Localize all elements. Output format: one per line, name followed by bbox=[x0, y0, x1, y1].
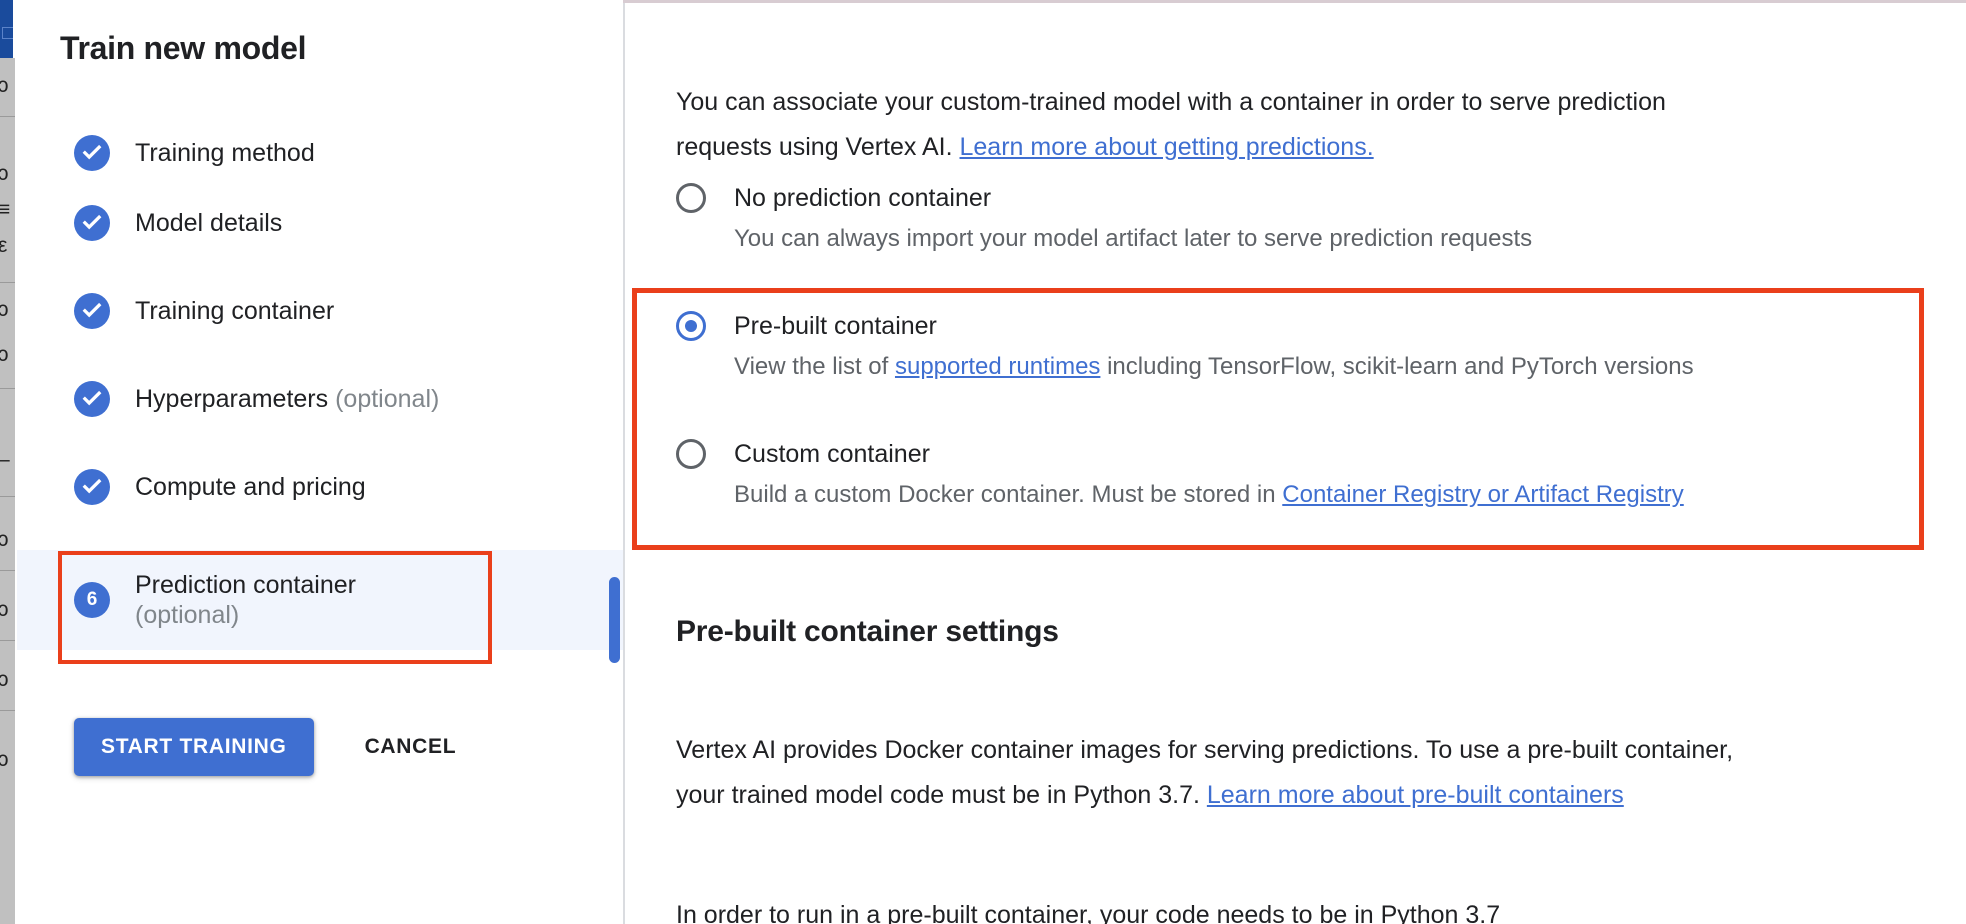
sidebar-item-hyperparameters[interactable]: Hyperparameters (optional) bbox=[17, 368, 623, 430]
check-circle-icon bbox=[74, 381, 110, 417]
cut-off-glyph: ɔ bbox=[0, 748, 13, 772]
cut-off-text-strip: ɔ ɔ ≡ ε ɔ ɔ – ɔ ɔ ɔ ɔ bbox=[0, 58, 15, 924]
radio-option-description: You can always import your model artifac… bbox=[734, 222, 1876, 255]
cut-off-separator bbox=[0, 116, 15, 117]
cut-off-glyph: ɔ bbox=[0, 162, 13, 186]
check-circle-icon bbox=[74, 205, 110, 241]
sidebar-item-optional-tag: (optional) bbox=[335, 385, 439, 413]
sidebar-item-label: Compute and pricing bbox=[135, 472, 366, 503]
cut-off-page-chrome: ɔ ɔ ≡ ε ɔ ɔ – ɔ ɔ ɔ ɔ bbox=[0, 0, 17, 924]
cancel-button[interactable]: CANCEL bbox=[365, 735, 457, 759]
cut-off-glyph: ε bbox=[0, 234, 13, 258]
radio-button-custom-container[interactable] bbox=[676, 439, 706, 469]
sidebar-item-label: Prediction container (optional) bbox=[135, 570, 356, 631]
page-title: Train new model bbox=[60, 30, 306, 67]
radio-button-pre-built-container[interactable] bbox=[676, 311, 706, 341]
nav-rail-inner-line bbox=[2, 27, 13, 39]
step-number-badge: 6 bbox=[74, 582, 110, 618]
radio-option-no-prediction-container[interactable]: No prediction container You can always i… bbox=[676, 181, 1876, 255]
sidebar-item-text: Prediction container bbox=[135, 571, 356, 599]
cut-off-glyph: ɔ bbox=[0, 343, 13, 367]
section-heading: Pre-built container settings bbox=[676, 615, 1059, 649]
cut-off-separator bbox=[0, 282, 15, 283]
container-registry-link[interactable]: Container Registry or Artifact Registry bbox=[1282, 481, 1683, 508]
radio-option-description: View the list of supported runtimes incl… bbox=[734, 350, 1876, 383]
start-training-button[interactable]: START TRAINING bbox=[74, 718, 314, 776]
radio-button-no-prediction-container[interactable] bbox=[676, 183, 706, 213]
sidebar-item-text: Hyperparameters bbox=[135, 385, 328, 413]
step-number-label: 6 bbox=[74, 582, 110, 618]
cut-off-separator bbox=[0, 496, 15, 497]
wizard-action-row: START TRAINING CANCEL bbox=[74, 718, 456, 776]
sidebar-item-compute-and-pricing[interactable]: Compute and pricing bbox=[17, 456, 623, 518]
cut-off-separator bbox=[0, 388, 15, 389]
sidebar-item-model-details[interactable]: Model details bbox=[17, 192, 623, 254]
radio-option-description: Build a custom Docker container. Must be… bbox=[734, 478, 1876, 511]
radio-option-custom-container[interactable]: Custom container Build a custom Docker c… bbox=[676, 437, 1876, 511]
check-circle-icon bbox=[74, 293, 110, 329]
cut-off-separator bbox=[0, 570, 15, 571]
cut-off-glyph: ɔ bbox=[0, 528, 13, 552]
sidebar-item-label: Training container bbox=[135, 296, 334, 327]
cut-off-separator bbox=[0, 640, 15, 641]
sidebar-item-training-container[interactable]: Training container bbox=[17, 280, 623, 342]
check-circle-icon bbox=[74, 135, 110, 171]
section-note: In order to run in a pre-built container… bbox=[676, 898, 1766, 924]
learn-more-predictions-link[interactable]: Learn more about getting predictions. bbox=[960, 133, 1374, 161]
cut-off-glyph: ɔ bbox=[0, 74, 13, 98]
sidebar-item-training-method[interactable]: Training method bbox=[17, 122, 623, 184]
sidebar-item-label: Model details bbox=[135, 208, 282, 239]
sidebar-item-label: Training method bbox=[135, 138, 315, 169]
sidebar-item-optional-tag: (optional) bbox=[135, 600, 356, 631]
cut-off-glyph: ≡ bbox=[0, 198, 13, 222]
prediction-container-step-content: You can associate your custom-trained mo… bbox=[625, 3, 1966, 924]
radio-option-title: Custom container bbox=[734, 437, 1876, 471]
sidebar-item-prediction-container[interactable]: 6 Prediction container (optional) bbox=[17, 550, 623, 650]
radio-option-title: No prediction container bbox=[734, 181, 1876, 215]
train-new-model-wizard: Train new model Training method Model de… bbox=[17, 0, 623, 924]
radio-option-pre-built-container[interactable]: Pre-built container View the list of sup… bbox=[676, 309, 1876, 383]
cut-off-glyph: ɔ bbox=[0, 298, 13, 322]
radio-desc-text-after: including TensorFlow, scikit-learn and P… bbox=[1100, 353, 1693, 380]
radio-desc-text-before: Build a custom Docker container. Must be… bbox=[734, 481, 1282, 508]
intro-paragraph: You can associate your custom-trained mo… bbox=[676, 80, 1746, 170]
radio-desc-text-before: View the list of bbox=[734, 353, 895, 380]
section-paragraph: Vertex AI provides Docker container imag… bbox=[676, 728, 1766, 818]
nav-rail-fragment bbox=[0, 0, 13, 58]
cut-off-glyph: – bbox=[0, 448, 13, 472]
cut-off-separator bbox=[0, 710, 15, 711]
supported-runtimes-link[interactable]: supported runtimes bbox=[895, 353, 1100, 380]
learn-more-pre-built-containers-link[interactable]: Learn more about pre-built containers bbox=[1207, 781, 1624, 809]
check-circle-icon bbox=[74, 469, 110, 505]
radio-desc-text: You can always import your model artifac… bbox=[734, 225, 1532, 252]
cut-off-glyph: ɔ bbox=[0, 668, 13, 692]
vertical-scrollbar-thumb[interactable] bbox=[609, 577, 620, 663]
cut-off-glyph: ɔ bbox=[0, 598, 13, 622]
radio-option-title: Pre-built container bbox=[734, 309, 1876, 343]
sidebar-item-label: Hyperparameters (optional) bbox=[135, 384, 439, 415]
